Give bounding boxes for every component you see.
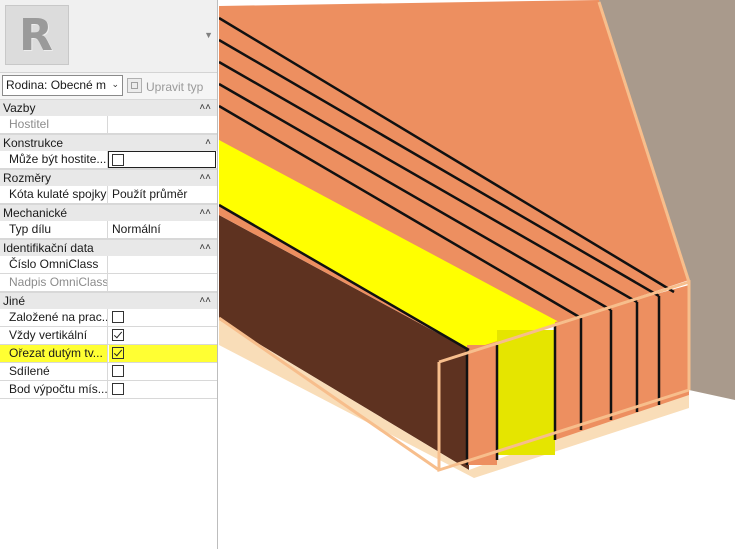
property-label: Kóta kulaté spojky bbox=[0, 186, 108, 203]
checkbox-checked[interactable] bbox=[112, 347, 124, 359]
property-value[interactable]: Normální bbox=[109, 221, 217, 238]
property-grid: Vazby ˄˄ Hostitel Konstrukce ˄ Může být … bbox=[0, 99, 217, 399]
property-label: Sdílené bbox=[0, 363, 108, 380]
property-value[interactable] bbox=[109, 309, 217, 326]
property-label: Vždy vertikální bbox=[0, 327, 108, 344]
collapse-icon[interactable]: ˄ bbox=[205, 135, 211, 151]
property-row-nadpis-omniclass: Nadpis OmniClass bbox=[0, 274, 217, 292]
property-row-sdilene[interactable]: Sdílené bbox=[0, 363, 217, 381]
group-label: Rozměry bbox=[3, 171, 52, 185]
group-mechanicke[interactable]: Mechanické ˄˄ bbox=[0, 204, 217, 221]
property-label: Založené na prac... bbox=[0, 309, 108, 326]
property-value[interactable] bbox=[109, 363, 217, 380]
property-row-bod-vypoctu-mistnosti[interactable]: Bod výpočtu mís... bbox=[0, 381, 217, 399]
type-preview[interactable]: R ▼ bbox=[0, 0, 217, 73]
collapse-icon[interactable]: ˄˄ bbox=[199, 240, 211, 256]
group-label: Jiné bbox=[3, 294, 26, 308]
group-label: Identifikační data bbox=[3, 241, 94, 255]
property-row-orezat-dutym-tvarem[interactable]: Ořezat dutým tv... bbox=[0, 345, 217, 363]
property-row-muze-byt-hostitel[interactable]: Může být hostite... bbox=[0, 151, 217, 169]
type-selector-row: Rodina: Obecné m ⌄ Upravit typ bbox=[0, 73, 217, 99]
property-value[interactable] bbox=[109, 256, 217, 273]
checkbox[interactable] bbox=[112, 311, 124, 323]
checkbox[interactable] bbox=[112, 365, 124, 377]
3d-model-view bbox=[219, 0, 735, 478]
property-value bbox=[109, 116, 217, 133]
property-row-typ-dilu[interactable]: Typ dílu Normální bbox=[0, 221, 217, 239]
triangle-down-icon[interactable]: ▼ bbox=[204, 30, 213, 40]
chevron-down-icon: ⌄ bbox=[111, 79, 119, 89]
edit-type-icon bbox=[127, 78, 142, 93]
collapse-icon[interactable]: ˄˄ bbox=[199, 293, 211, 309]
collapse-icon[interactable]: ˄˄ bbox=[199, 100, 211, 116]
revit-logo: R bbox=[5, 5, 69, 65]
edit-type-button[interactable]: Upravit typ bbox=[127, 75, 215, 96]
checkbox[interactable] bbox=[112, 154, 124, 166]
group-identifikacni-data[interactable]: Identifikační data ˄˄ bbox=[0, 239, 217, 256]
group-konstrukce[interactable]: Konstrukce ˄ bbox=[0, 134, 217, 151]
property-label: Může být hostite... bbox=[0, 151, 108, 168]
collapse-icon[interactable]: ˄˄ bbox=[199, 170, 211, 186]
collapse-icon[interactable]: ˄˄ bbox=[199, 205, 211, 221]
property-label: Hostitel bbox=[0, 116, 108, 133]
property-value[interactable] bbox=[109, 381, 217, 398]
logo-letter: R bbox=[19, 10, 53, 61]
property-row-vzdy-vertikalni[interactable]: Vždy vertikální bbox=[0, 327, 217, 345]
group-rozmery[interactable]: Rozměry ˄˄ bbox=[0, 169, 217, 186]
group-label: Mechanické bbox=[3, 206, 68, 220]
property-label: Ořezat dutým tv... bbox=[0, 345, 108, 362]
property-row-hostitel: Hostitel bbox=[0, 116, 217, 134]
property-label: Číslo OmniClass bbox=[0, 256, 108, 273]
property-label: Typ dílu bbox=[0, 221, 108, 238]
3d-viewport[interactable] bbox=[219, 0, 735, 549]
property-value[interactable] bbox=[108, 151, 216, 168]
group-label: Vazby bbox=[3, 101, 36, 115]
property-row-zalozene-na-pracovni[interactable]: Založené na prac... bbox=[0, 309, 217, 327]
group-vazby[interactable]: Vazby ˄˄ bbox=[0, 99, 217, 116]
family-select[interactable]: Rodina: Obecné m ⌄ bbox=[2, 75, 123, 96]
checkbox[interactable] bbox=[112, 383, 124, 395]
group-jine[interactable]: Jiné ˄˄ bbox=[0, 292, 217, 309]
property-value[interactable]: Použít průměr bbox=[109, 186, 217, 203]
edit-type-label: Upravit typ bbox=[146, 80, 204, 94]
family-select-value: Rodina: Obecné m bbox=[6, 78, 107, 92]
checkbox-checked[interactable] bbox=[112, 329, 124, 341]
property-value[interactable] bbox=[109, 327, 217, 344]
property-label: Nadpis OmniClass bbox=[0, 274, 108, 291]
properties-palette: R ▼ Rodina: Obecné m ⌄ Upravit typ Vazby… bbox=[0, 0, 218, 549]
property-row-cislo-omniclass[interactable]: Číslo OmniClass bbox=[0, 256, 217, 274]
property-row-kota-kulate-spojky[interactable]: Kóta kulaté spojky Použít průměr bbox=[0, 186, 217, 204]
property-label: Bod výpočtu mís... bbox=[0, 381, 108, 398]
group-label: Konstrukce bbox=[3, 136, 64, 150]
property-value bbox=[109, 274, 217, 291]
front-copper-1 bbox=[467, 345, 497, 465]
property-value[interactable] bbox=[109, 345, 217, 362]
